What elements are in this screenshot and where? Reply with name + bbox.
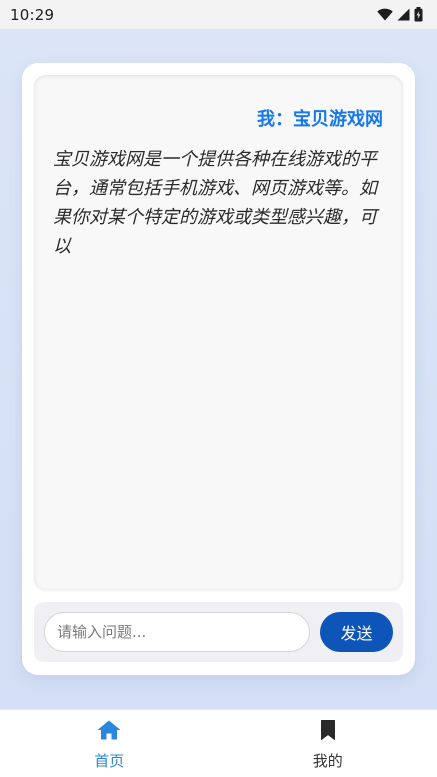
question-input[interactable] [44,612,310,652]
bookmark-icon [320,720,336,744]
nav-item-mine[interactable]: 我的 [219,710,437,777]
input-bar: 发送 [34,602,403,662]
user-message: 我：宝贝游戏网 [257,109,383,130]
chat-card: 我：宝贝游戏网 宝贝游戏网是一个提供各种在线游戏的平台，通常包括手机游戏、网页游… [22,63,415,675]
status-bar: 10:29 [0,0,437,29]
wifi-icon [377,8,393,21]
nav-label-home: 首页 [94,752,125,770]
status-time: 10:29 [10,5,55,24]
battery-icon [414,7,423,22]
assistant-answer: 宝贝游戏网是一个提供各种在线游戏的平台，通常包括手机游戏、网页游戏等。如果你对某… [53,149,377,257]
nav-item-home[interactable]: 首页 [0,710,219,777]
send-button[interactable]: 发送 [320,612,393,652]
bottom-nav: 首页 我的 [0,709,437,777]
home-icon [97,720,121,744]
nav-label-mine: 我的 [312,752,343,770]
chat-messages-panel[interactable]: 我：宝贝游戏网 宝贝游戏网是一个提供各种在线游戏的平台，通常包括手机游戏、网页游… [34,75,403,590]
signal-icon [397,8,410,21]
status-icons [377,7,423,22]
